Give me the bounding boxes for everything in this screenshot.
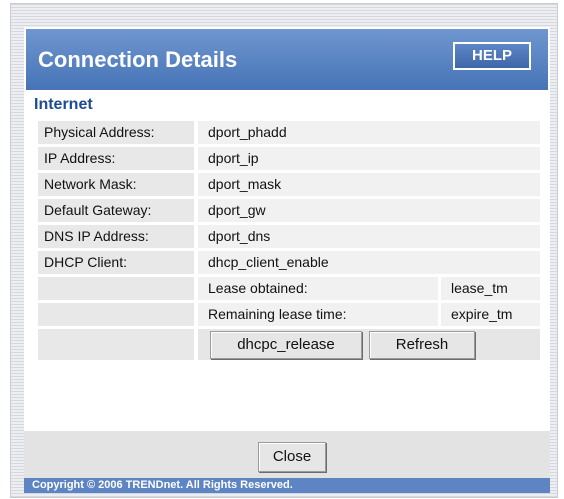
ip-address-value: dport_ip	[198, 147, 540, 170]
section-title-internet: Internet	[34, 96, 93, 113]
dhcp-client-label: DHCP Client:	[38, 251, 194, 274]
dialog-footer: Close	[24, 431, 550, 478]
page-title: Connection Details	[38, 47, 238, 72]
default-gateway-value: dport_gw	[198, 199, 540, 222]
lease-obtained-value: lease_tm	[441, 277, 540, 300]
row-dhcp-client: DHCP Client: dhcp_client_enable	[38, 251, 540, 274]
row-physical-address: Physical Address: dport_phadd	[38, 121, 540, 144]
refresh-button[interactable]: Refresh	[369, 331, 475, 359]
row-dns-ip-address: DNS IP Address: dport_dns	[38, 225, 540, 248]
copyright-bar: Copyright © 2006 TRENDnet. All Rights Re…	[24, 478, 550, 493]
copyright-text: Copyright © 2006 TRENDnet. All Rights Re…	[32, 479, 293, 491]
network-mask-label: Network Mask:	[38, 173, 194, 196]
dhcp-actions-spacer	[38, 329, 194, 360]
dns-ip-address-value: dport_dns	[198, 225, 540, 248]
row-network-mask: Network Mask: dport_mask	[38, 173, 540, 196]
remaining-lease-spacer	[38, 303, 194, 326]
physical-address-label: Physical Address:	[38, 121, 194, 144]
dhcpc-release-button[interactable]: dhcpc_release	[210, 331, 362, 359]
row-remaining-lease: Remaining lease time: expire_tm	[38, 303, 540, 326]
dhcp-client-value: dhcp_client_enable	[198, 251, 540, 274]
ip-address-label: IP Address:	[38, 147, 194, 170]
network-mask-value: dport_mask	[198, 173, 540, 196]
row-ip-address: IP Address: dport_ip	[38, 147, 540, 170]
row-default-gateway: Default Gateway: dport_gw	[38, 199, 540, 222]
remaining-lease-value: expire_tm	[441, 303, 540, 326]
connection-details-dialog: Connection Details HELP Internet Physica…	[24, 27, 550, 493]
dns-ip-address-label: DNS IP Address:	[38, 225, 194, 248]
physical-address-value: dport_phadd	[198, 121, 540, 144]
row-lease-obtained: Lease obtained: lease_tm	[38, 277, 540, 300]
remaining-lease-label: Remaining lease time:	[198, 303, 438, 326]
help-button[interactable]: HELP	[453, 42, 531, 70]
lease-obtained-label: Lease obtained:	[198, 277, 438, 300]
default-gateway-label: Default Gateway:	[38, 199, 194, 222]
row-dhcp-actions: dhcpc_release Refresh	[38, 329, 540, 360]
lease-obtained-spacer	[38, 277, 194, 300]
dhcp-actions-cell: dhcpc_release Refresh	[198, 329, 540, 360]
close-button[interactable]: Close	[258, 442, 326, 472]
dialog-header: Connection Details HELP	[24, 27, 550, 92]
